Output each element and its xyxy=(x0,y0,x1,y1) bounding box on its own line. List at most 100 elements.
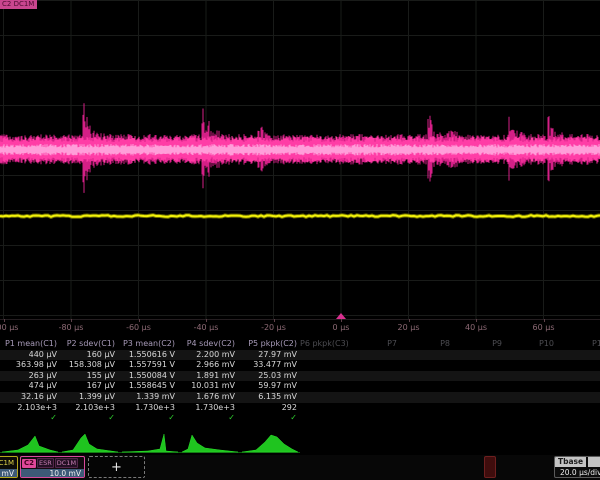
stat-value: 27.97 mV xyxy=(238,350,300,361)
stat-value: 263 µV xyxy=(0,371,60,382)
stat-value: 155 µV xyxy=(60,371,118,382)
c2-coupling-badge: DC1M xyxy=(55,458,78,468)
channel-c1-descriptor[interactable]: DC1M 10.0 mV xyxy=(0,456,18,478)
axis-tick xyxy=(206,319,207,322)
status-check-icon: ✓ xyxy=(178,413,238,424)
status-check-icon: ✓ xyxy=(118,413,178,424)
measurement-header-P10[interactable]: P10 xyxy=(505,339,557,350)
stat-value: 2.200 mV xyxy=(178,350,238,361)
axis-tick xyxy=(71,319,72,322)
axis-tick-label: -80 µs xyxy=(59,323,84,332)
add-trace-button[interactable]: + xyxy=(88,456,145,478)
status-check-icon: ✓ xyxy=(0,413,60,424)
measurement-header-P8[interactable]: P8 xyxy=(400,339,453,350)
stat-value: 32.16 µV xyxy=(0,392,60,403)
measurement-header-P4[interactable]: P4 sdev(C2) xyxy=(178,339,238,350)
measurement-header-P3[interactable]: P3 mean(C2) xyxy=(118,339,178,350)
stat-value: 1.339 mV xyxy=(118,392,178,403)
measurement-table: P1 mean(C1)P2 sdev(C1)P3 mean(C2)P4 sdev… xyxy=(0,339,600,424)
stat-value: 160 µV xyxy=(60,350,118,361)
measurement-header-P5[interactable]: P5 pkpk(C2) xyxy=(238,339,300,350)
measurement-header-P9[interactable]: P9 xyxy=(453,339,505,350)
axis-tick-label: -60 µs xyxy=(126,323,151,332)
axis-tick-label: 20 µs xyxy=(398,323,420,332)
stat-value: 474 µV xyxy=(0,381,60,392)
stat-value: 1.730e+3 xyxy=(178,403,238,414)
histicon-P5 xyxy=(240,432,300,455)
histicon-P1 xyxy=(0,432,60,455)
c1-vertical-scale: 10.0 mV xyxy=(0,469,17,478)
axis-tick-label: 40 µs xyxy=(465,323,487,332)
c2-vertical-scale: 10.0 mV xyxy=(21,469,84,478)
stat-row-mean: 363.98 µV158.308 µV1.557591 V2.966 mV33.… xyxy=(0,360,600,371)
measurement-header-P11[interactable]: P11 xyxy=(557,339,600,350)
axis-tick xyxy=(341,319,342,322)
measurement-header-P7[interactable]: P7 xyxy=(348,339,400,350)
stat-value: 1.557591 V xyxy=(118,360,178,371)
cropped-descriptor-stub xyxy=(484,456,496,478)
stat-value: 2.103e+3 xyxy=(0,403,60,414)
stat-value: 1.730e+3 xyxy=(118,403,178,414)
waveform-grid: C2 DC1M xyxy=(0,0,600,320)
axis-tick-label: 60 µs xyxy=(533,323,555,332)
stat-value: 1.891 mV xyxy=(178,371,238,382)
axis-tick-label: -20 µs xyxy=(261,323,286,332)
stat-value: 167 µV xyxy=(60,381,118,392)
trace-annotation-label: C2 DC1M xyxy=(0,0,37,9)
stat-value: 25.03 mV xyxy=(238,371,300,382)
stat-row-value: 440 µV160 µV1.550616 V2.200 mV27.97 mV xyxy=(0,350,600,361)
status-check-icon: ✓ xyxy=(238,413,300,424)
histicon-P2 xyxy=(60,432,120,455)
axis-tick xyxy=(139,319,140,322)
histicon-P4 xyxy=(180,432,240,455)
timebase-title: Tbase xyxy=(555,457,586,467)
c2-trace-core xyxy=(0,144,600,156)
timebase-scale: 20.0 µs/div xyxy=(555,468,600,478)
stat-value: 59.97 mV xyxy=(238,381,300,392)
stat-value: 2.103e+3 xyxy=(60,403,118,414)
c2-channel-tag: C2 xyxy=(22,459,36,468)
stat-value: 1.558645 V xyxy=(118,381,178,392)
stat-value: 2.966 mV xyxy=(178,360,238,371)
measurement-header-P1[interactable]: P1 mean(C1) xyxy=(0,339,60,350)
stat-value: 33.477 mV xyxy=(238,360,300,371)
measurement-histicons xyxy=(0,432,300,455)
stat-value: 363.98 µV xyxy=(0,360,60,371)
channel-c2-descriptor[interactable]: C2 ESR DC1M 10.0 mV xyxy=(20,456,85,478)
plus-icon: + xyxy=(111,460,122,475)
timebase-descriptor[interactable]: Tbase 20.0 µs/div xyxy=(554,456,600,478)
axis-tick xyxy=(4,319,5,322)
axis-tick xyxy=(476,319,477,322)
status-row: ✓✓✓✓✓ xyxy=(0,413,600,424)
stat-row-max: 474 µV167 µV1.558645 V10.031 mV59.97 mV xyxy=(0,381,600,392)
axis-tick xyxy=(544,319,545,322)
axis-tick-label: -100 µs xyxy=(0,323,18,332)
stat-value: 1.550084 V xyxy=(118,371,178,382)
axis-tick-label: 0 µs xyxy=(333,323,350,332)
measurement-header-P2[interactable]: P2 sdev(C1) xyxy=(60,339,118,350)
stat-value: 440 µV xyxy=(0,350,60,361)
stat-row-num: 2.103e+32.103e+31.730e+31.730e+3292 xyxy=(0,403,600,414)
waveform-layer xyxy=(0,0,600,319)
status-check-icon: ✓ xyxy=(60,413,118,424)
stat-value: 1.676 mV xyxy=(178,392,238,403)
stat-row-min: 263 µV155 µV1.550084 V1.891 mV25.03 mV xyxy=(0,371,600,382)
histicon-P3 xyxy=(120,432,180,455)
c1-coupling-label: DC1M xyxy=(0,459,16,467)
axis-tick xyxy=(409,319,410,322)
stat-value: 10.031 mV xyxy=(178,381,238,392)
time-axis: -100 µs -80 µs -60 µs -40 µs -20 µs 0 µs 20 µs… xyxy=(0,319,600,337)
stat-value: 158.308 µV xyxy=(60,360,118,371)
descriptor-bar: DC1M 10.0 mV C2 ESR DC1M 10.0 mV + HD 12… xyxy=(0,455,600,480)
c2-esr-badge: ESR xyxy=(37,458,54,468)
axis-tick-label: -40 µs xyxy=(194,323,219,332)
stat-value: 6.135 mV xyxy=(238,392,300,403)
measurement-header-P6[interactable]: P6 pkpk(C3) xyxy=(300,339,348,350)
stat-value: 1.399 µV xyxy=(60,392,118,403)
oscilloscope-screen: C2 DC1M -100 µs -80 µs -60 µs -40 µs -20 µs 0… xyxy=(0,0,600,480)
stat-value: 1.550616 V xyxy=(118,350,178,361)
timebase-delay-cell xyxy=(588,457,600,467)
stat-value: 292 xyxy=(238,403,300,414)
axis-tick xyxy=(274,319,275,322)
stat-row-sdev: 32.16 µV1.399 µV1.339 mV1.676 mV6.135 mV xyxy=(0,392,600,403)
